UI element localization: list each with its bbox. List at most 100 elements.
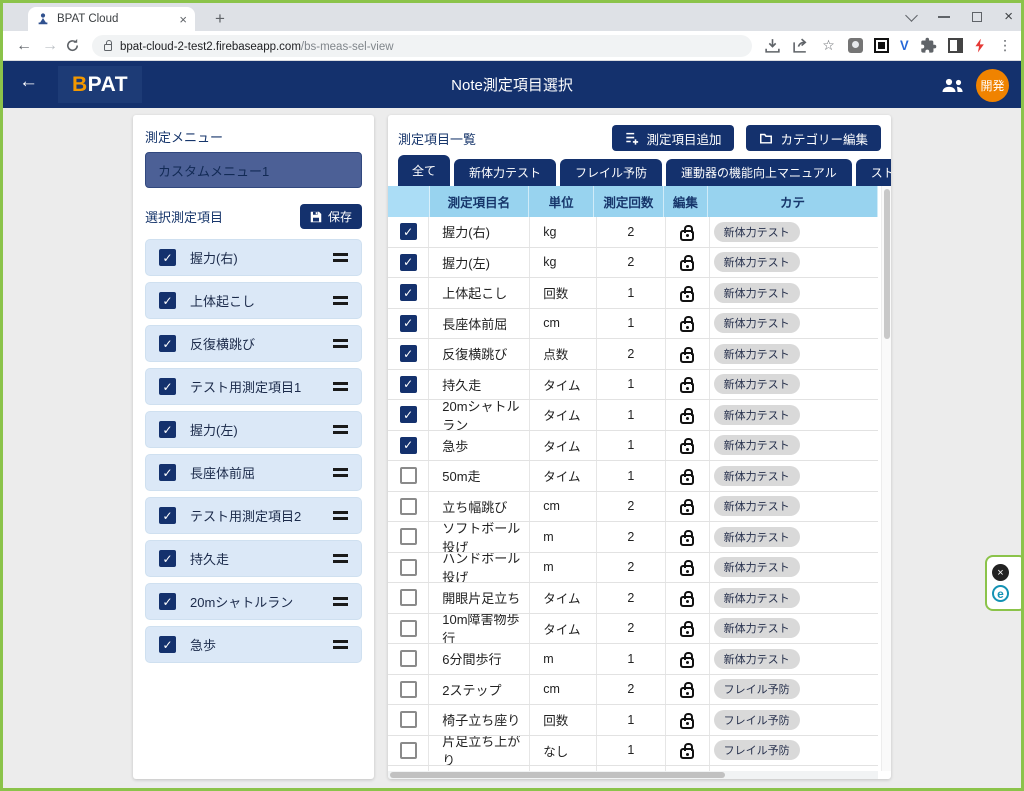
item-checkbox[interactable] — [159, 421, 176, 438]
extension-bolt-icon[interactable] — [974, 39, 986, 53]
drag-handle-icon[interactable] — [333, 253, 348, 262]
item-checkbox[interactable] — [159, 550, 176, 567]
forward-button[interactable]: → — [37, 37, 63, 55]
drag-handle-icon[interactable] — [333, 425, 348, 434]
lock-icon — [680, 657, 694, 668]
row-checkbox[interactable] — [400, 437, 417, 454]
item-checkbox[interactable] — [159, 378, 176, 395]
capture-e-icon[interactable]: e — [992, 585, 1009, 602]
back-button[interactable]: ← — [11, 37, 37, 55]
add-item-button[interactable]: 測定項目追加 — [612, 125, 734, 151]
row-checkbox[interactable] — [400, 223, 417, 240]
row-edit-cell — [666, 614, 710, 644]
new-tab-button[interactable]: + — [208, 7, 232, 31]
measurement-name: 片足立ち上がり — [442, 736, 529, 766]
horizontal-scrollbar-thumb[interactable] — [390, 772, 725, 778]
row-select-cell — [388, 248, 429, 278]
drag-handle-icon[interactable] — [333, 640, 348, 649]
row-unit-cell: タイム — [530, 614, 597, 644]
window-minimize-button[interactable] — [938, 16, 950, 18]
row-checkbox[interactable] — [400, 742, 417, 759]
lock-icon — [680, 718, 694, 729]
row-checkbox[interactable] — [400, 620, 417, 637]
row-select-cell — [388, 309, 429, 339]
drag-handle-icon[interactable] — [333, 511, 348, 520]
category-tab[interactable]: 運動器の機能向上マニュアル — [666, 159, 852, 186]
item-checkbox[interactable] — [159, 249, 176, 266]
row-checkbox[interactable] — [400, 345, 417, 362]
horizontal-scrollbar[interactable] — [388, 771, 878, 779]
row-checkbox[interactable] — [400, 650, 417, 667]
row-checkbox[interactable] — [400, 467, 417, 484]
browser-tab[interactable]: BPAT Cloud × — [28, 7, 195, 31]
vertical-scrollbar[interactable] — [881, 186, 891, 771]
row-unit-cell: m — [530, 553, 597, 583]
tab-close-icon[interactable]: × — [179, 12, 187, 27]
drag-handle-icon[interactable] — [333, 468, 348, 477]
row-category-cell: 新体力テスト — [710, 370, 878, 400]
drag-handle-icon[interactable] — [333, 296, 348, 305]
item-label: 上体起こし — [190, 291, 319, 310]
row-checkbox[interactable] — [400, 589, 417, 606]
unit-value: 点数 — [543, 344, 568, 363]
list-plus-icon — [625, 131, 639, 145]
users-icon[interactable] — [940, 77, 966, 94]
side-panel-icon[interactable] — [948, 38, 963, 53]
bookmark-star-icon[interactable]: ☆ — [820, 37, 837, 54]
count-value: 2 — [627, 621, 634, 635]
row-checkbox[interactable] — [400, 254, 417, 271]
row-checkbox[interactable] — [400, 681, 417, 698]
extension-gray-icon[interactable] — [848, 38, 863, 53]
row-checkbox[interactable] — [400, 559, 417, 576]
item-checkbox[interactable] — [159, 636, 176, 653]
extension-bw-icon[interactable] — [874, 38, 889, 53]
drag-handle-icon[interactable] — [333, 554, 348, 563]
table-row: 握力(右)kg2新体力テスト — [388, 217, 878, 248]
drag-handle-icon[interactable] — [333, 597, 348, 606]
row-unit-cell: 回数 — [530, 278, 597, 308]
lock-icon — [680, 260, 694, 271]
window-close-button[interactable]: × — [1004, 12, 1013, 22]
row-checkbox[interactable] — [400, 376, 417, 393]
site-lock-icon[interactable] — [104, 44, 112, 51]
app-back-button[interactable]: ← — [19, 71, 38, 93]
row-checkbox[interactable] — [400, 711, 417, 728]
drag-handle-icon[interactable] — [333, 339, 348, 348]
row-checkbox[interactable] — [400, 406, 417, 423]
browser-menu-icon[interactable]: ⋮ — [997, 37, 1014, 54]
table-row: 急歩タイム1新体力テスト — [388, 431, 878, 462]
category-tab[interactable]: フレイル予防 — [560, 159, 662, 186]
vertical-scrollbar-thumb[interactable] — [884, 189, 890, 339]
row-checkbox[interactable] — [400, 315, 417, 332]
count-value: 2 — [627, 225, 634, 239]
dev-badge[interactable]: 開発 — [976, 69, 1009, 102]
row-unit-cell: タイム — [530, 431, 597, 461]
capture-close-icon[interactable]: × — [992, 564, 1009, 581]
reload-button[interactable] — [65, 38, 80, 53]
category-tab[interactable]: 新体力テスト — [454, 159, 556, 186]
category-tab[interactable]: ストレング — [856, 159, 891, 186]
drag-handle-icon[interactable] — [333, 382, 348, 391]
url-bar[interactable]: bpat-cloud-2-test2.firebaseapp.com/bs-me… — [92, 35, 752, 57]
download-icon[interactable] — [764, 37, 781, 54]
table-row: ハンドボール投げm2新体力テスト — [388, 553, 878, 584]
count-value: 2 — [627, 255, 634, 269]
row-checkbox[interactable] — [400, 284, 417, 301]
item-checkbox[interactable] — [159, 335, 176, 352]
window-chevron-icon[interactable] — [905, 9, 918, 22]
row-checkbox[interactable] — [400, 528, 417, 545]
menu-select[interactable]: カスタムメニュー1 — [145, 152, 362, 188]
item-checkbox[interactable] — [159, 593, 176, 610]
item-checkbox[interactable] — [159, 507, 176, 524]
share-icon[interactable] — [792, 37, 809, 54]
window-maximize-button[interactable] — [972, 12, 982, 22]
category-badge: 新体力テスト — [714, 344, 800, 364]
extension-vue-icon[interactable]: V — [900, 38, 909, 54]
row-checkbox[interactable] — [400, 498, 417, 515]
category-tab[interactable]: 全て — [398, 155, 450, 186]
category-edit-button[interactable]: カテゴリー編集 — [746, 125, 881, 151]
extensions-puzzle-icon[interactable] — [920, 37, 937, 54]
item-checkbox[interactable] — [159, 292, 176, 309]
save-button[interactable]: 保存 — [300, 204, 362, 229]
item-checkbox[interactable] — [159, 464, 176, 481]
